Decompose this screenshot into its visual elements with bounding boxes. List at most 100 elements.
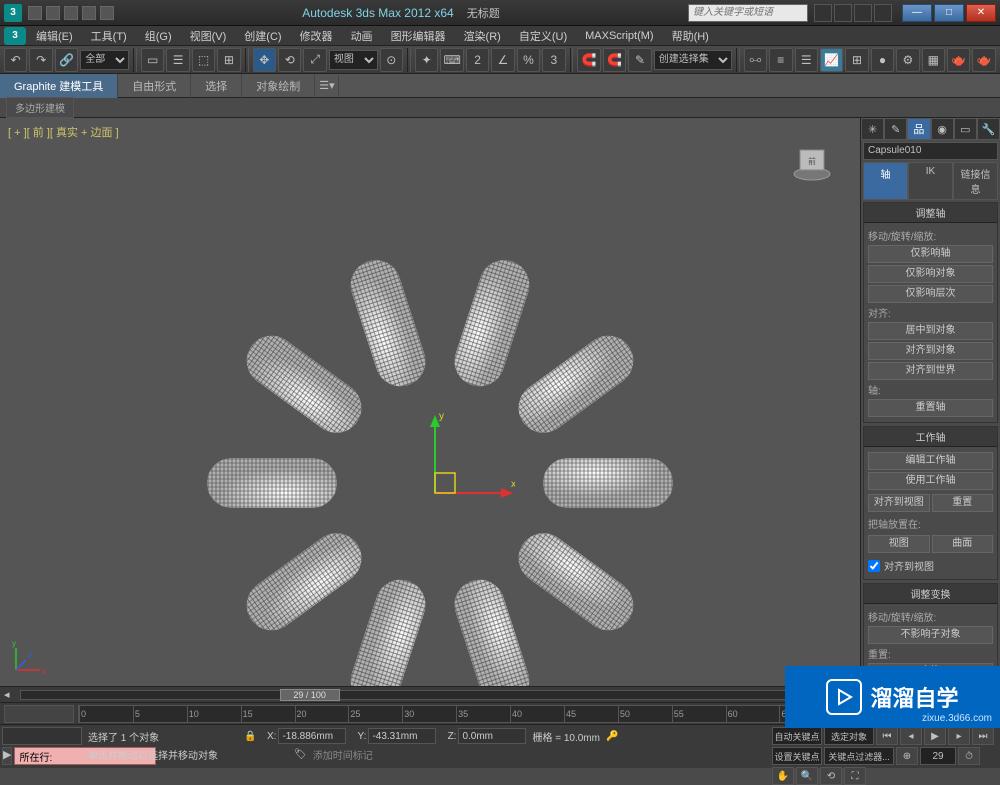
redo-button[interactable]: ↷ (29, 48, 52, 72)
window-crossing-button[interactable]: ⊞ (217, 48, 240, 72)
select-button[interactable]: ▭ (141, 48, 164, 72)
center-to-object-button[interactable]: 居中到对象 (868, 322, 993, 340)
affect-object-button[interactable]: 仅影响对象 (868, 265, 993, 283)
lock-icon[interactable]: 🔒 (244, 731, 256, 742)
add-time-tag[interactable]: 添加时间标记 (313, 747, 373, 762)
minimize-button[interactable]: — (902, 4, 932, 22)
magnet-button[interactable]: 🧲 (577, 48, 600, 72)
qat-icon[interactable] (46, 6, 60, 20)
help-search-input[interactable] (688, 4, 808, 22)
listener-toggle-icon[interactable]: ▶ (2, 747, 12, 765)
menu-customize[interactable]: 自定义(U) (511, 26, 575, 46)
nav-zoom-button[interactable]: 🔍 (796, 767, 818, 785)
use-working-pivot-button[interactable]: 使用工作轴 (868, 472, 993, 490)
maximize-button[interactable]: □ (934, 4, 964, 22)
menu-maxscript[interactable]: MAXScript(M) (577, 28, 661, 44)
named-selection-select[interactable]: 创建选择集 (654, 50, 732, 70)
script-mini-listener[interactable] (2, 727, 82, 745)
schematic-button[interactable]: ⊞ (845, 48, 868, 72)
nav-pan-button[interactable]: ✋ (772, 767, 794, 785)
snap-2d-button[interactable]: 2 (466, 48, 489, 72)
mirror-button[interactable]: ⧟ (744, 48, 767, 72)
menu-render[interactable]: 渲染(R) (456, 26, 509, 46)
layers-button[interactable]: ☰ (795, 48, 818, 72)
menu-animation[interactable]: 动画 (343, 26, 381, 46)
viewport-label[interactable]: [ + ][ 前 ][ 真实 + 边面 ] (8, 124, 119, 140)
object-name-field[interactable]: Capsule010 (863, 142, 998, 160)
align-button[interactable]: ≡ (769, 48, 792, 72)
rollout-header[interactable]: 调整轴 (864, 203, 997, 223)
setkey-button[interactable]: 设置关键点 (772, 747, 822, 765)
menu-group[interactable]: 组(G) (137, 26, 180, 46)
menu-tools[interactable]: 工具(T) (83, 26, 135, 46)
place-view-button[interactable]: 视图 (868, 535, 930, 553)
ref-coord-select[interactable]: 视图 (329, 50, 378, 70)
panel-tab-motion[interactable]: ◉ (931, 118, 954, 140)
panel-tab-utilities[interactable]: 🔧 (977, 118, 1000, 140)
move-gizmo[interactable]: y x (395, 413, 515, 533)
ribbon-tab-paint[interactable]: 对象绘制 (242, 74, 315, 98)
play-button[interactable]: ▶ (924, 727, 946, 745)
prev-frame-button[interactable]: ◂ (900, 727, 922, 745)
rotate-button[interactable]: ⟲ (278, 48, 301, 72)
ribbon-expand-icon[interactable]: ☰▾ (315, 75, 339, 96)
qat-icon[interactable] (28, 6, 42, 20)
subtab-linkinfo[interactable]: 链接信息 (953, 162, 998, 200)
dont-affect-children-button[interactable]: 不影响子对象 (868, 626, 993, 644)
panel-tab-display[interactable]: ▭ (954, 118, 977, 140)
nav-orbit-button[interactable]: ⟲ (820, 767, 842, 785)
subtab-pivot[interactable]: 轴 (863, 162, 908, 200)
panel-tab-create[interactable]: ✳ (861, 118, 884, 140)
snap-angle-button[interactable]: ∠ (491, 48, 514, 72)
pivot-center-button[interactable]: ⊙ (380, 48, 403, 72)
coord-y-input[interactable] (368, 728, 436, 744)
render-button[interactable]: 🫖 (947, 48, 970, 72)
ribbon-tab-graphite[interactable]: Graphite 建模工具 (0, 74, 118, 98)
qat-icon[interactable] (64, 6, 78, 20)
nav-max-button[interactable]: ⛶ (844, 767, 866, 785)
material-editor-button[interactable]: ● (871, 48, 894, 72)
qat-icon[interactable] (82, 6, 96, 20)
selected-set-button[interactable]: 选定对象 (824, 727, 874, 745)
subtab-ik[interactable]: IK (908, 162, 953, 200)
scrub-left-icon[interactable]: ◂ (4, 688, 10, 701)
coord-x-input[interactable] (278, 728, 346, 744)
edit-working-pivot-button[interactable]: 编辑工作轴 (868, 452, 993, 470)
ribbon-tab-select[interactable]: 选择 (191, 74, 242, 98)
favorites-icon[interactable] (854, 4, 872, 22)
reset-pivot-button[interactable]: 重置轴 (868, 399, 993, 417)
align-to-world-button[interactable]: 对齐到世界 (868, 362, 993, 380)
menu-help[interactable]: 帮助(H) (664, 26, 717, 46)
spinner-snap-button[interactable]: 3 (542, 48, 565, 72)
ribbon-tab-freeform[interactable]: 自由形式 (118, 74, 191, 98)
menu-modifiers[interactable]: 修改器 (292, 26, 341, 46)
panel-tab-hierarchy[interactable]: 品 (907, 118, 930, 140)
coord-z-input[interactable] (458, 728, 526, 744)
info-center-icon[interactable] (814, 4, 832, 22)
sign-in-icon[interactable] (834, 4, 852, 22)
selection-filter[interactable]: 全部 (80, 50, 129, 70)
align-to-view-button[interactable]: 对齐到视图 (868, 494, 930, 512)
menu-edit[interactable]: 编辑(E) (28, 26, 81, 46)
render-setup-button[interactable]: ⚙ (896, 48, 919, 72)
qat-icon[interactable] (100, 6, 114, 20)
app-menu-button[interactable]: 3 (4, 27, 26, 45)
time-config-button[interactable]: ⏱ (958, 747, 980, 765)
scale-button[interactable]: ⤢ (303, 48, 326, 72)
affect-pivot-button[interactable]: 仅影响轴 (868, 245, 993, 263)
time-thumb[interactable]: 29 / 100 (280, 689, 340, 701)
affect-hierarchy-button[interactable]: 仅影响层次 (868, 285, 993, 303)
trackbar-left[interactable] (4, 705, 74, 723)
next-frame-button[interactable]: ▸ (948, 727, 970, 745)
key-icon[interactable]: 🔑 (606, 731, 618, 742)
menu-graph-editors[interactable]: 图形编辑器 (383, 26, 454, 46)
snap-percent-button[interactable]: % (517, 48, 540, 72)
undo-button[interactable]: ↶ (4, 48, 27, 72)
viewport[interactable]: 前 (0, 118, 860, 686)
keyboard-shortcut-button[interactable]: ⌨ (440, 48, 463, 72)
time-tag-icon[interactable]: 🏷 (294, 749, 307, 760)
manipulate-button[interactable]: ✦ (415, 48, 438, 72)
link-button[interactable]: 🔗 (55, 48, 78, 72)
magnet2-button[interactable]: 🧲 (603, 48, 626, 72)
select-rect-button[interactable]: ⬚ (192, 48, 215, 72)
